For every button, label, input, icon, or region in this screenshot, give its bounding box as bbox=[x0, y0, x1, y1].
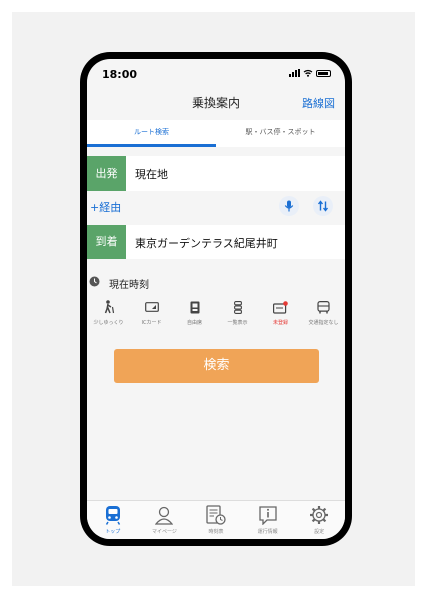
tabbar-item-top[interactable]: トップ bbox=[87, 501, 139, 539]
swap-button[interactable] bbox=[313, 196, 333, 216]
time-selector[interactable]: 現在時刻 bbox=[87, 271, 345, 293]
arrival-tag: 到着 bbox=[87, 225, 126, 259]
search-button[interactable]: 検索 bbox=[114, 349, 319, 383]
status-icons bbox=[289, 69, 331, 77]
signal-icon bbox=[289, 69, 300, 77]
tabbar-label: マイページ bbox=[151, 529, 177, 535]
list-icon bbox=[233, 300, 242, 314]
info-icon bbox=[258, 505, 277, 525]
option-label: 未登録 bbox=[272, 320, 288, 326]
option-label: 交通指定なし bbox=[308, 320, 339, 326]
tabbar-label: 運行情報 bbox=[257, 529, 278, 535]
option-commuter-pass[interactable]: 未登録 bbox=[259, 299, 302, 339]
option-seat[interactable]: 自由席 bbox=[173, 299, 216, 339]
option-display[interactable]: 一覧表示 bbox=[216, 299, 259, 339]
option-label: 一覧表示 bbox=[227, 320, 248, 326]
option-label: 自由席 bbox=[186, 320, 202, 326]
status-time: 18:00 bbox=[102, 68, 138, 81]
seat-icon bbox=[190, 301, 199, 313]
ic-card-icon bbox=[144, 302, 159, 312]
gear-icon bbox=[310, 506, 329, 524]
departure-tag: 出発 bbox=[87, 156, 126, 191]
option-label: ICカード bbox=[141, 320, 162, 326]
walker-icon bbox=[104, 300, 114, 314]
tabbar-item-service-info[interactable]: 運行情報 bbox=[242, 501, 294, 539]
train-icon bbox=[105, 506, 120, 525]
bottom-tab-bar: トップ マイページ 時刻表 運行情報 設定 bbox=[87, 500, 345, 539]
mic-button[interactable] bbox=[279, 196, 299, 216]
time-label: 現在時刻 bbox=[109, 280, 149, 291]
battery-icon bbox=[316, 69, 331, 77]
app-screen: 18:00 乗換案内 路線図 ルート検索 駅・バス停・スポット 出発 現在地 +… bbox=[87, 59, 345, 539]
tab-station-search[interactable]: 駅・バス停・スポット bbox=[216, 120, 345, 147]
wifi-icon bbox=[303, 69, 313, 77]
bus-icon bbox=[317, 300, 330, 313]
tabbar-label: 設定 bbox=[314, 529, 325, 535]
departure-value: 現在地 bbox=[135, 168, 168, 181]
timetable-icon bbox=[206, 505, 226, 525]
user-icon bbox=[155, 506, 174, 525]
search-tabs: ルート検索 駅・バス停・スポット bbox=[87, 120, 345, 147]
arrival-field[interactable]: 到着 東京ガーデンテラス紀尾井町 bbox=[87, 225, 345, 259]
tabbar-label: トップ bbox=[105, 529, 121, 535]
mic-icon bbox=[284, 200, 294, 212]
tabbar-item-timetable[interactable]: 時刻表 bbox=[190, 501, 242, 539]
tabbar-label: 時刻表 bbox=[208, 529, 224, 535]
option-transport[interactable]: 交通指定なし bbox=[302, 299, 345, 339]
option-walk-speed[interactable]: 少しゆっくり bbox=[87, 299, 130, 339]
swap-icon bbox=[317, 200, 329, 212]
add-via-button[interactable]: +経由 bbox=[90, 199, 121, 215]
arrival-value: 東京ガーデンテラス紀尾井町 bbox=[135, 237, 278, 250]
commuter-pass-icon bbox=[273, 300, 288, 314]
option-ic-card[interactable]: ICカード bbox=[130, 299, 173, 339]
tabbar-item-settings[interactable]: 設定 bbox=[293, 501, 345, 539]
tabbar-item-mypage[interactable]: マイページ bbox=[139, 501, 191, 539]
search-options: 少しゆっくり ICカード 自由席 一覧表示 未登録 交通指定なし bbox=[87, 299, 345, 339]
option-label: 少しゆっくり bbox=[93, 320, 124, 326]
route-map-link[interactable]: 路線図 bbox=[302, 95, 335, 111]
clock-icon bbox=[89, 276, 100, 287]
tab-route-search[interactable]: ルート検索 bbox=[87, 120, 216, 147]
departure-field[interactable]: 出発 現在地 bbox=[87, 156, 345, 191]
